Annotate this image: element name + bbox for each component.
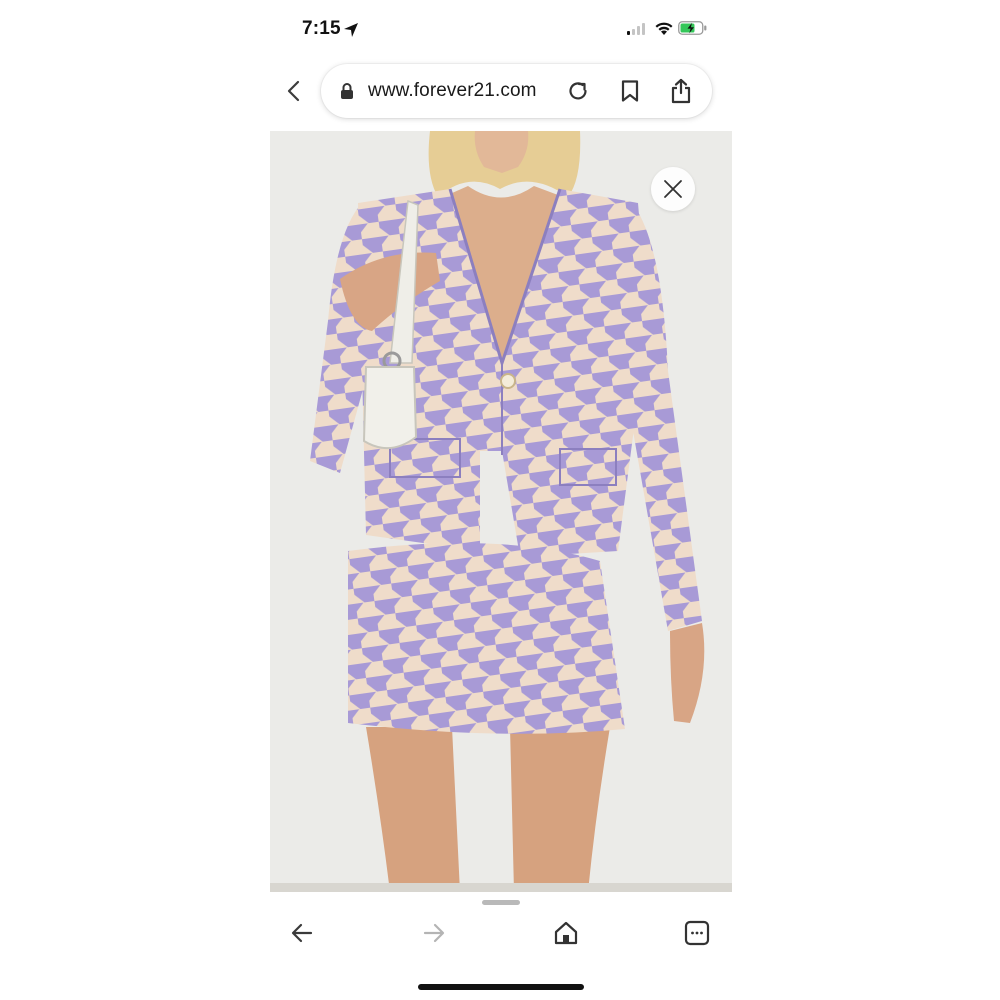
back-chevron-icon[interactable] (286, 80, 302, 102)
product-illustration (270, 131, 732, 892)
tabs-icon[interactable] (684, 920, 710, 946)
lock-icon (341, 83, 353, 99)
status-time: 7:15 (302, 18, 341, 39)
phone-screen: 7:15 www.forever21.com (270, 0, 732, 1000)
address-bar[interactable]: www.forever21.com (321, 64, 712, 118)
status-bar: 7:15 (270, 12, 732, 46)
sheet-handle[interactable] (482, 900, 520, 905)
home-indicator[interactable] (418, 984, 584, 990)
cellular-signal-icon (627, 23, 645, 35)
close-icon (664, 180, 682, 198)
nav-forward-icon[interactable] (422, 921, 446, 945)
location-arrow-icon (344, 23, 358, 37)
nav-back-icon[interactable] (290, 921, 314, 945)
reload-icon[interactable] (566, 79, 590, 103)
bookmark-icon[interactable] (619, 79, 641, 103)
close-button[interactable] (651, 167, 695, 211)
url-text[interactable]: www.forever21.com (368, 80, 537, 102)
wifi-icon (655, 22, 673, 35)
share-icon[interactable] (669, 78, 693, 104)
battery-charging-icon (678, 21, 707, 35)
home-icon[interactable] (553, 920, 579, 946)
product-image[interactable] (270, 131, 732, 892)
